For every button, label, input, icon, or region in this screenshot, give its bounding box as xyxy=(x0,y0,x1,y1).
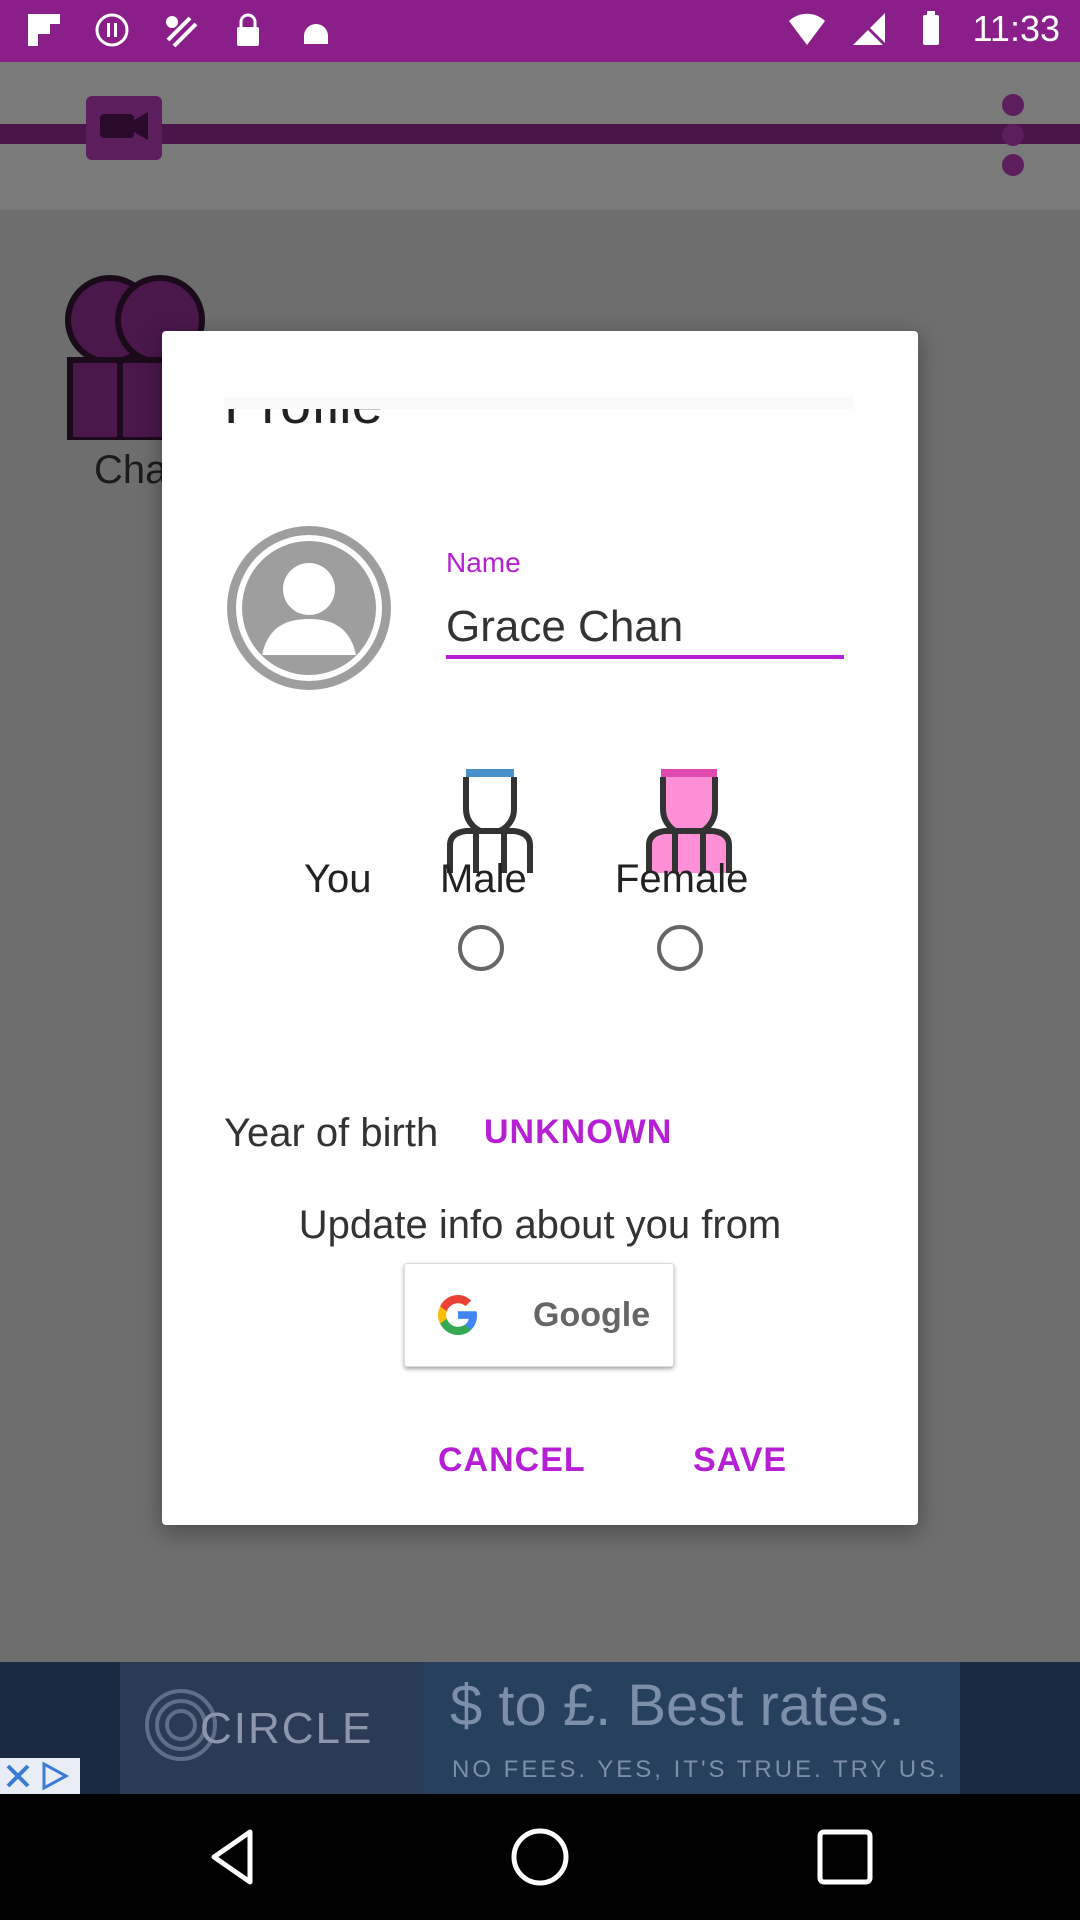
google-button-label: Google xyxy=(533,1296,651,1334)
ad-banner[interactable]: CIRCLE $ to £. Best rates. NO FEES. YES,… xyxy=(0,1662,1080,1794)
home-icon[interactable] xyxy=(505,1822,575,1892)
record-icon xyxy=(95,13,129,47)
android-icon xyxy=(304,24,328,44)
avatar-icon[interactable] xyxy=(224,523,394,693)
dialog-title-container: Profile xyxy=(224,397,854,439)
ad-choices-icon[interactable] xyxy=(0,1758,80,1794)
you-label: You xyxy=(304,857,372,901)
female-radio[interactable] xyxy=(657,925,703,971)
wifi-icon xyxy=(788,13,825,46)
status-bar: 11:33 xyxy=(0,0,1080,62)
male-label: Male xyxy=(440,857,527,901)
male-radio[interactable] xyxy=(458,925,504,971)
flipboard-icon xyxy=(28,14,60,46)
ad-headline: $ to £. Best rates. xyxy=(450,1673,905,1738)
lock-icon xyxy=(237,13,259,46)
video-chat-icon xyxy=(86,96,162,160)
battery-icon xyxy=(922,11,939,45)
ad-subline: NO FEES. YES, IT'S TRUE. TRY US. xyxy=(452,1756,948,1783)
system-nav-bar xyxy=(0,1794,1080,1920)
female-label: Female xyxy=(615,857,749,901)
contact-label: Cha xyxy=(94,448,168,492)
year-of-birth-label: Year of birth xyxy=(224,1111,439,1155)
toolbar-accent-stripe xyxy=(0,124,1080,144)
recents-icon[interactable] xyxy=(810,1822,880,1892)
no-sim-icon xyxy=(852,13,886,47)
save-button[interactable]: SAVE xyxy=(693,1441,787,1480)
cancel-button[interactable]: CANCEL xyxy=(438,1441,586,1480)
title-scroll-fade xyxy=(224,397,854,409)
back-icon[interactable] xyxy=(200,1822,270,1892)
name-input[interactable] xyxy=(446,599,844,659)
overflow-menu-icon xyxy=(1002,94,1026,184)
update-info-text: Update info about you from xyxy=(298,1203,782,1247)
profile-dialog: Profile Name You Male Female Year of bir… xyxy=(162,331,918,1525)
status-time: 11:33 xyxy=(972,8,1060,49)
google-signin-button[interactable]: Google xyxy=(404,1263,674,1367)
google-logo-icon xyxy=(438,1295,477,1335)
year-of-birth-value[interactable]: UNKNOWN xyxy=(484,1113,672,1152)
fake-gps-icon xyxy=(166,16,198,48)
name-label: Name xyxy=(446,547,521,578)
ad-brand: CIRCLE xyxy=(200,1704,374,1753)
app-toolbar xyxy=(0,62,1080,210)
